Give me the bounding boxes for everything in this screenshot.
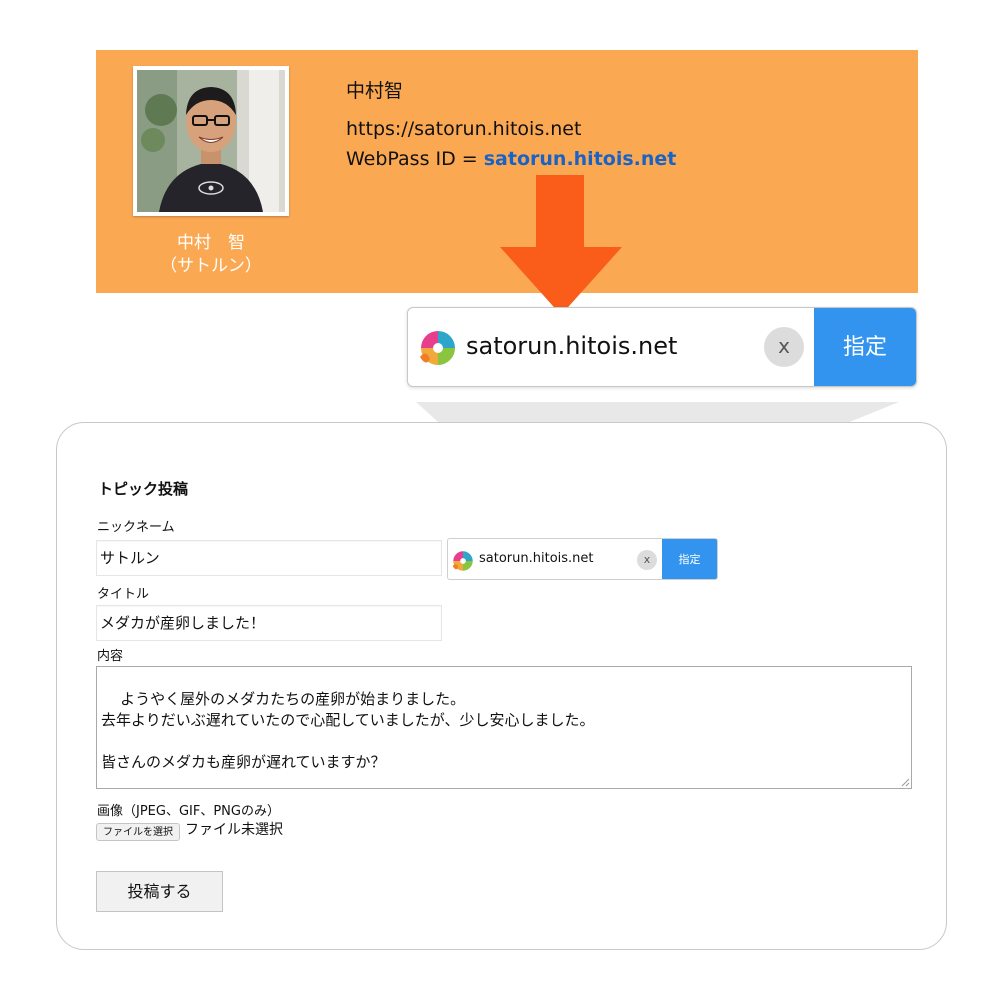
content-label: 内容 <box>97 649 124 664</box>
profile-name: 中村智 <box>346 80 404 102</box>
title-input[interactable]: メダカが産卵しました！ <box>96 605 442 641</box>
webpass-id-value[interactable]: satorun.hitois.net <box>466 332 677 360</box>
nickname-label: ニックネーム <box>97 520 175 535</box>
webpass-id-line: WebPass ID = satorun.hitois.net <box>346 148 676 170</box>
nickname-input[interactable]: サトルン <box>96 540 442 576</box>
profile-caption: 中村 智 （サトルン） <box>133 232 289 278</box>
image-label: 画像（JPEG、GIF、PNGのみ） <box>97 804 280 819</box>
clear-button[interactable]: x <box>637 550 657 570</box>
file-select-button[interactable]: ファイルを選択 <box>96 823 180 841</box>
webpass-id-link[interactable]: satorun.hitois.net <box>484 148 677 170</box>
webpass-widget-zoomed: satorun.hitois.net x 指定 <box>407 307 917 387</box>
webpass-logo-icon <box>420 331 455 365</box>
set-button[interactable]: 指定 <box>814 308 916 386</box>
profile-caption-nickname: （サトルン） <box>160 256 262 276</box>
profile-caption-name: 中村 智 <box>177 233 245 253</box>
profile-photo <box>133 66 289 216</box>
profile-photo-image <box>137 70 285 212</box>
file-status: ファイル未選択 <box>185 822 283 838</box>
submit-button[interactable]: 投稿する <box>96 871 223 912</box>
title-label: タイトル <box>97 587 150 602</box>
content-text: ようやく屋外のメダカたちの産卵が始まりました。 去年よりだいぶ遅れていたので心配… <box>101 690 595 771</box>
webpass-id-prefix: WebPass ID = <box>346 148 484 170</box>
set-button[interactable]: 指定 <box>662 539 717 579</box>
resize-grip-icon[interactable] <box>901 778 910 787</box>
profile-url[interactable]: https://satorun.hitois.net <box>346 118 581 140</box>
form-heading: トピック投稿 <box>98 480 189 498</box>
down-arrow-icon <box>500 175 622 315</box>
webpass-id-value[interactable]: satorun.hitois.net <box>479 551 594 566</box>
content-textarea[interactable]: ようやく屋外のメダカたちの産卵が始まりました。 去年よりだいぶ遅れていたので心配… <box>96 666 912 789</box>
clear-button[interactable]: x <box>764 327 804 367</box>
topic-post-form: トピック投稿 ニックネーム サトルン satorun.hitois.net x … <box>56 422 947 950</box>
webpass-widget: satorun.hitois.net x 指定 <box>447 538 718 580</box>
webpass-logo-icon <box>452 551 473 571</box>
